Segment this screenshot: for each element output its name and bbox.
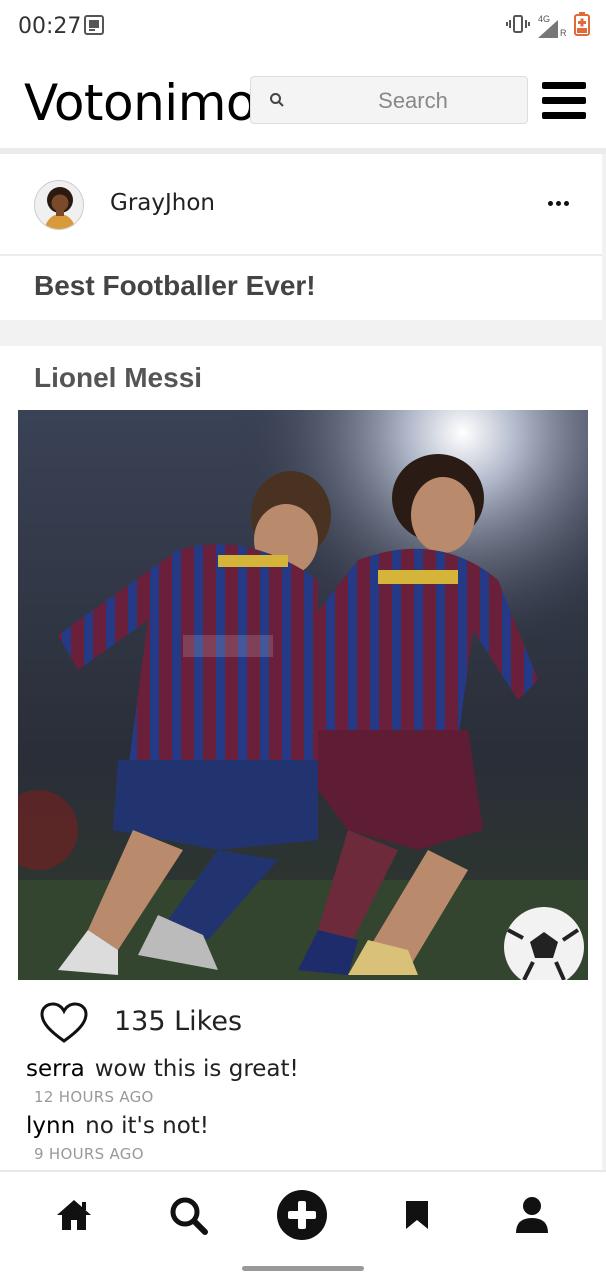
post-caption-card: Best Footballer Ever! [0,256,602,320]
likes-count[interactable]: 135 Likes [114,1006,242,1037]
hamburger-menu-icon[interactable] [542,82,586,120]
comment-time: 12 HOURS AGO [34,1088,154,1106]
profile-icon[interactable] [492,1172,572,1258]
comment-time: 9 HOURS AGO [34,1145,144,1163]
roaming-indicator: R [560,27,567,38]
entry-card: Lionel Messi 135 Likes serra wow this is… [0,346,602,1176]
status-time: 00:27 [18,14,82,39]
entry-image[interactable] [18,410,588,980]
comment-user[interactable]: serra [26,1056,85,1082]
search-icon[interactable] [148,1172,228,1258]
status-icons: 4G R [506,12,590,41]
app-title[interactable]: Votonimo [24,74,257,132]
status-bar: 00:27 4G R [0,0,606,52]
screenshot-icon [84,15,104,40]
vibrate-icon [506,14,530,39]
post-username[interactable]: GrayJhon [110,190,215,216]
bottom-nav [0,1170,606,1258]
bookmark-icon[interactable] [377,1172,457,1258]
add-icon[interactable] [262,1172,342,1258]
comment: lynn no it's not! [26,1113,209,1139]
comment-text: wow this is great! [94,1056,299,1082]
comment: serra wow this is great! [26,1056,299,1082]
search-input[interactable] [311,85,515,117]
battery-icon [574,12,590,41]
avatar[interactable] [34,180,84,230]
search-icon [269,92,285,113]
comment-user[interactable]: lynn [26,1113,75,1139]
app-header: Votonimo [0,52,606,148]
home-indicator[interactable] [242,1266,364,1271]
post-header: GrayJhon [0,154,602,256]
signal-icon: 4G R [536,14,568,40]
home-icon[interactable] [34,1172,114,1258]
post-caption: Best Footballer Ever! [34,270,316,301]
comment-text: no it's not! [85,1113,210,1139]
more-dots-icon[interactable] [548,198,570,208]
heart-icon[interactable] [40,1002,88,1046]
search-box[interactable] [250,76,528,124]
entry-title: Lionel Messi [34,362,203,393]
